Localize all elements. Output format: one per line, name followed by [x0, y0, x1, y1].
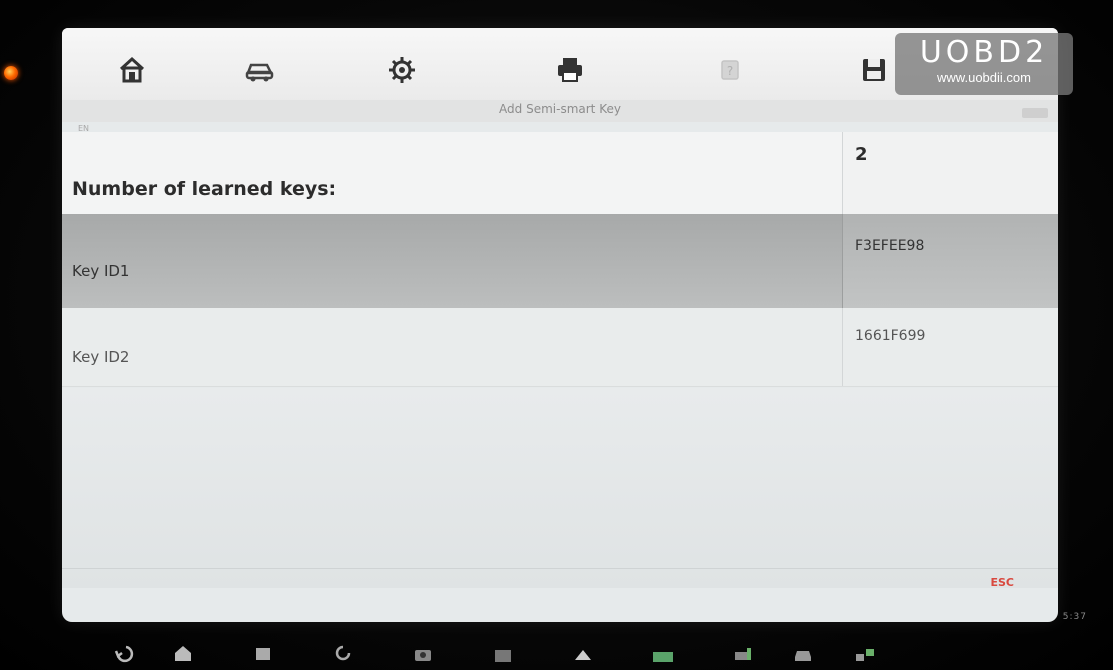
key-info-table: Number of learned keys: 2 Key ID1 F3EFEE…	[62, 132, 1058, 387]
learned-keys-value: 2	[842, 132, 1058, 214]
watermark-url: www.uobdii.com	[937, 70, 1031, 85]
recent-apps-icon[interactable]	[250, 640, 276, 666]
key-id1-value: F3EFEE98	[842, 214, 1058, 308]
esc-button[interactable]: ESC	[986, 574, 1018, 591]
device-photo: ? Add Semi-smart Key EN Number of learne…	[0, 0, 1113, 670]
key-id2-value: 1661F699	[842, 308, 1058, 386]
watermark-brand: UOBD2	[919, 35, 1049, 70]
print-icon[interactable]	[550, 50, 590, 90]
learned-keys-row: Number of learned keys: 2	[62, 132, 1058, 214]
gallery-icon[interactable]	[490, 640, 516, 666]
camera-icon[interactable]	[410, 640, 436, 666]
settings-gear-icon[interactable]	[382, 50, 422, 90]
back-icon[interactable]	[110, 640, 136, 666]
page-title: Add Semi-smart Key	[499, 102, 621, 116]
car-shortcut-icon[interactable]	[790, 640, 816, 666]
learned-keys-label: Number of learned keys:	[72, 178, 337, 200]
table-row-key-id1[interactable]: Key ID1 F3EFEE98	[62, 214, 1058, 308]
power-indicator-led	[4, 66, 18, 80]
vehicle-icon[interactable]	[240, 50, 280, 90]
empty-content-area	[62, 388, 1058, 588]
nav-home-icon[interactable]	[170, 640, 196, 666]
home-icon[interactable]	[112, 50, 152, 90]
vci-status-icon[interactable]	[650, 640, 676, 666]
key-id1-label: Key ID1	[72, 262, 130, 280]
tablet-screen: ? Add Semi-smart Key EN Number of learne…	[62, 28, 1058, 622]
table-row-key-id2[interactable]: Key ID2 1661F699	[62, 308, 1058, 387]
save-icon[interactable]	[854, 50, 894, 90]
status-time: 5:37	[1062, 612, 1087, 622]
svg-text:?: ?	[727, 64, 733, 78]
up-arrow-icon[interactable]	[570, 640, 596, 666]
network-icon[interactable]	[852, 640, 878, 666]
android-nav-bar	[80, 636, 900, 670]
uobd2-watermark: UOBD2 www.uobdii.com	[895, 33, 1073, 95]
help-icon: ?	[710, 50, 750, 90]
footer-divider	[62, 568, 1058, 569]
connection-icon[interactable]	[730, 640, 756, 666]
key-id2-label: Key ID2	[72, 348, 130, 366]
battery-indicator	[1022, 108, 1048, 118]
refresh-icon[interactable]	[330, 640, 356, 666]
